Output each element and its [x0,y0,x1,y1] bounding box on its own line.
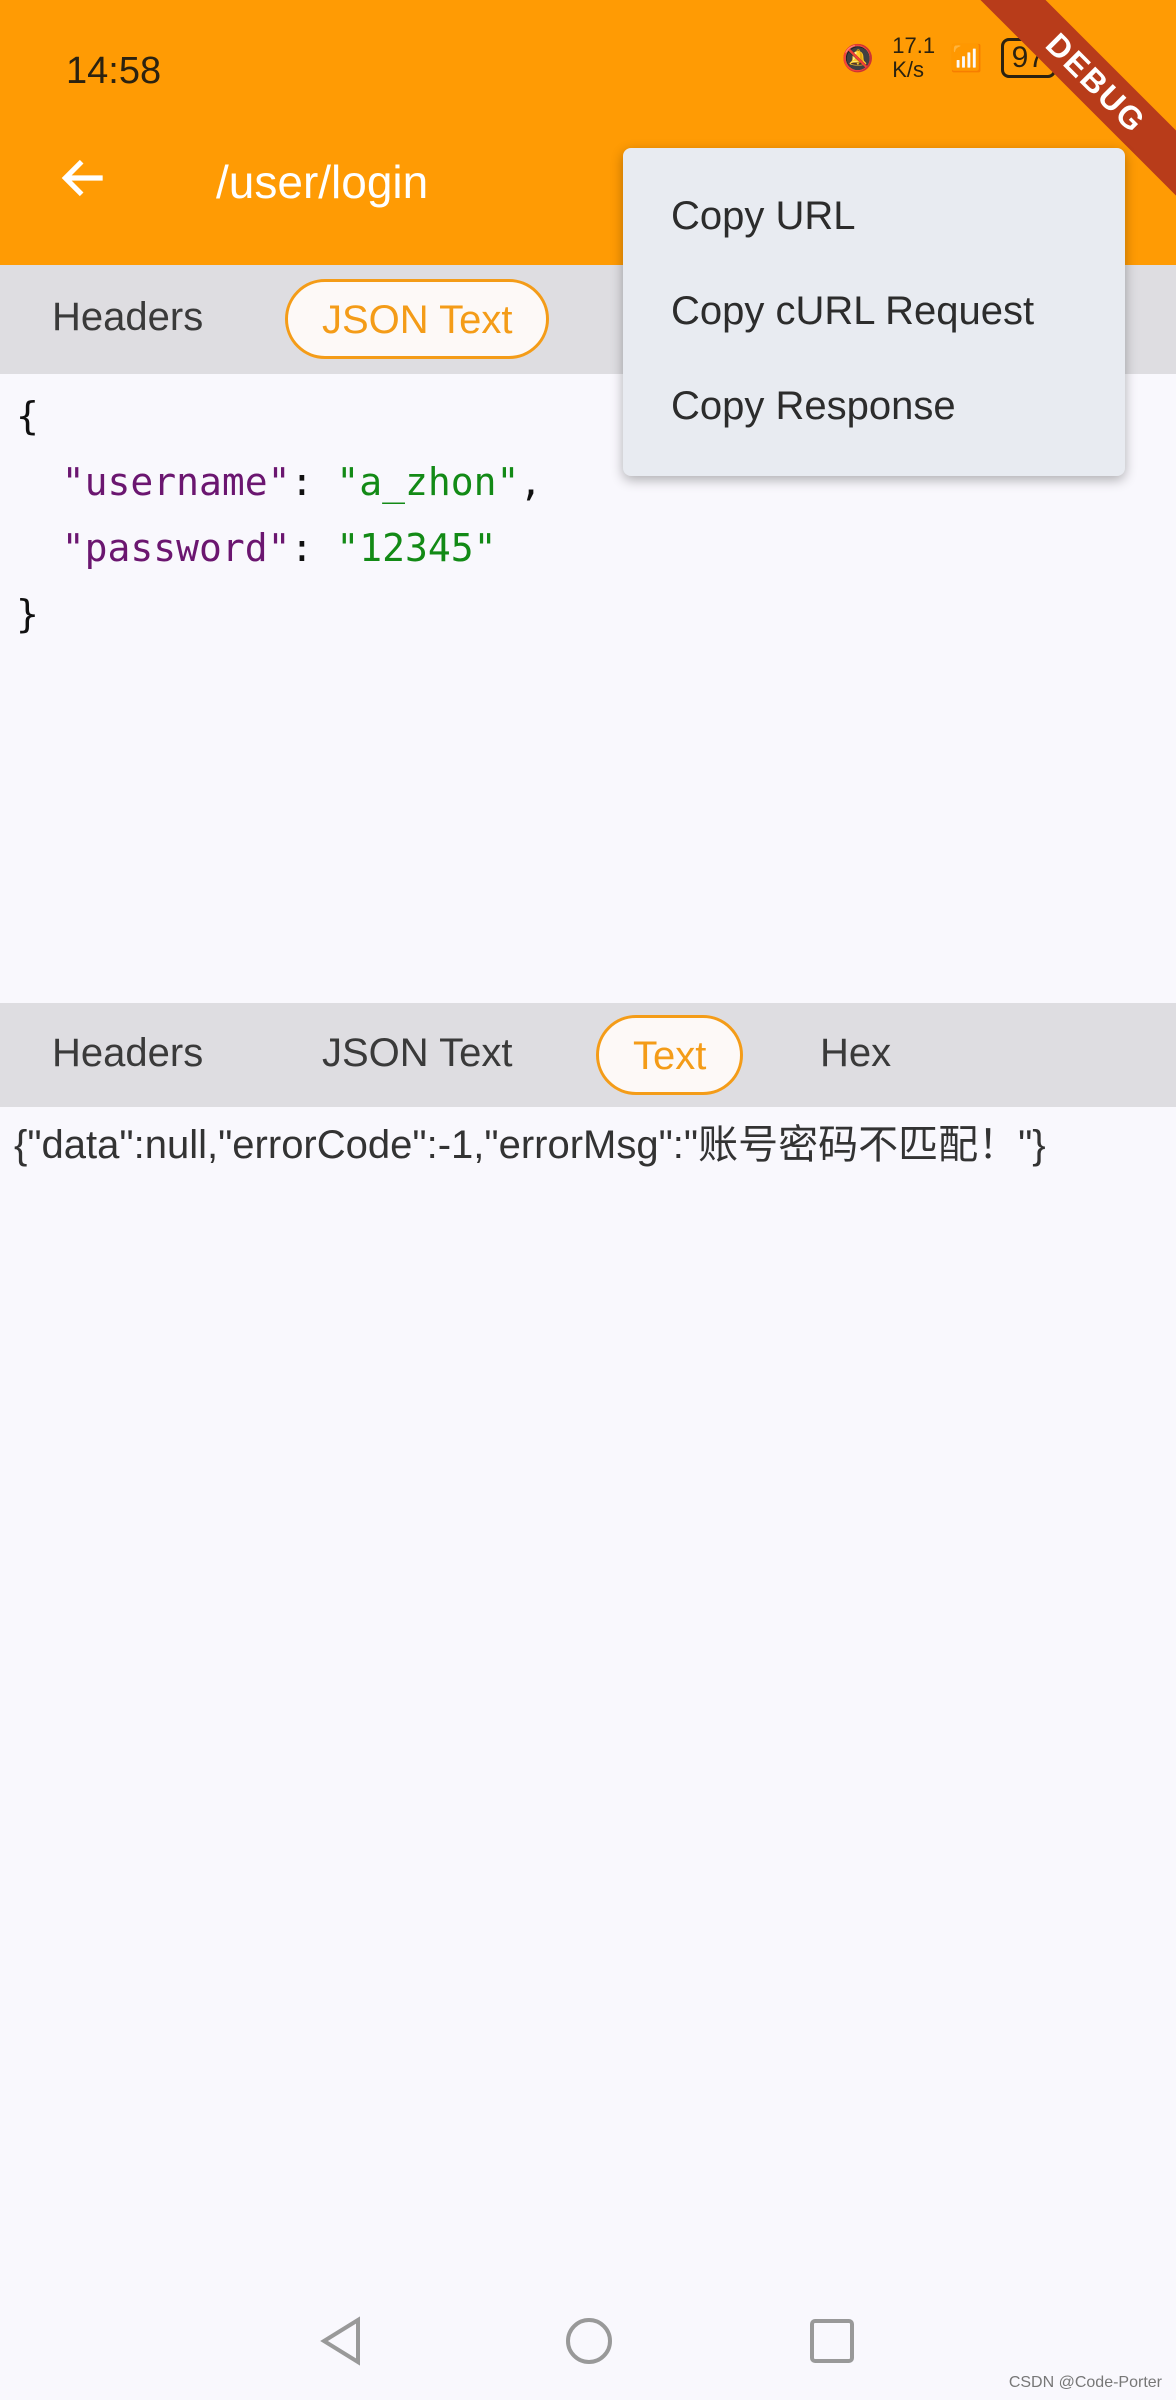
json-key: "username" [61,460,291,504]
tab-request-headers[interactable]: Headers [18,279,237,359]
tab-request-json-text[interactable]: JSON Text [285,279,550,359]
nav-recents-icon[interactable] [809,2318,855,2364]
watermark: CSDN @Code-Porter [1008,2374,1162,2391]
tab-response-hex[interactable]: Hex [786,1015,925,1095]
menu-copy-response[interactable]: Copy Response [623,376,1125,471]
wifi-icon: 📶 [950,42,983,73]
nav-home-icon[interactable] [564,2316,614,2366]
response-tab-bar: Headers JSON Text Text Hex [0,1003,1176,1107]
back-arrow-icon[interactable] [56,150,112,206]
system-nav-bar [0,2310,1176,2370]
nav-back-icon[interactable] [318,2316,364,2366]
json-key: "password" [61,526,291,570]
net-speed: 17.1 K/s [892,33,936,82]
tab-response-json-text[interactable]: JSON Text [288,1015,546,1095]
tab-response-text[interactable]: Text [596,1015,744,1095]
response-text: {"data":null,"errorCode":-1,"errorMsg":"… [14,1123,1046,1167]
tab-response-headers[interactable]: Headers [18,1015,237,1095]
mute-icon: 🔕 [841,42,875,73]
copy-menu: Copy URL Copy cURL Request Copy Response [623,148,1125,476]
json-value: "a_zhon" [336,460,520,504]
status-time: 14:58 [66,50,162,92]
json-value: "12345" [336,526,497,570]
menu-copy-curl[interactable]: Copy cURL Request [623,281,1125,376]
request-json: { "username": "a_zhon", "password": "123… [16,394,543,636]
page-title: /user/login [216,156,429,208]
menu-copy-url[interactable]: Copy URL [623,186,1125,281]
